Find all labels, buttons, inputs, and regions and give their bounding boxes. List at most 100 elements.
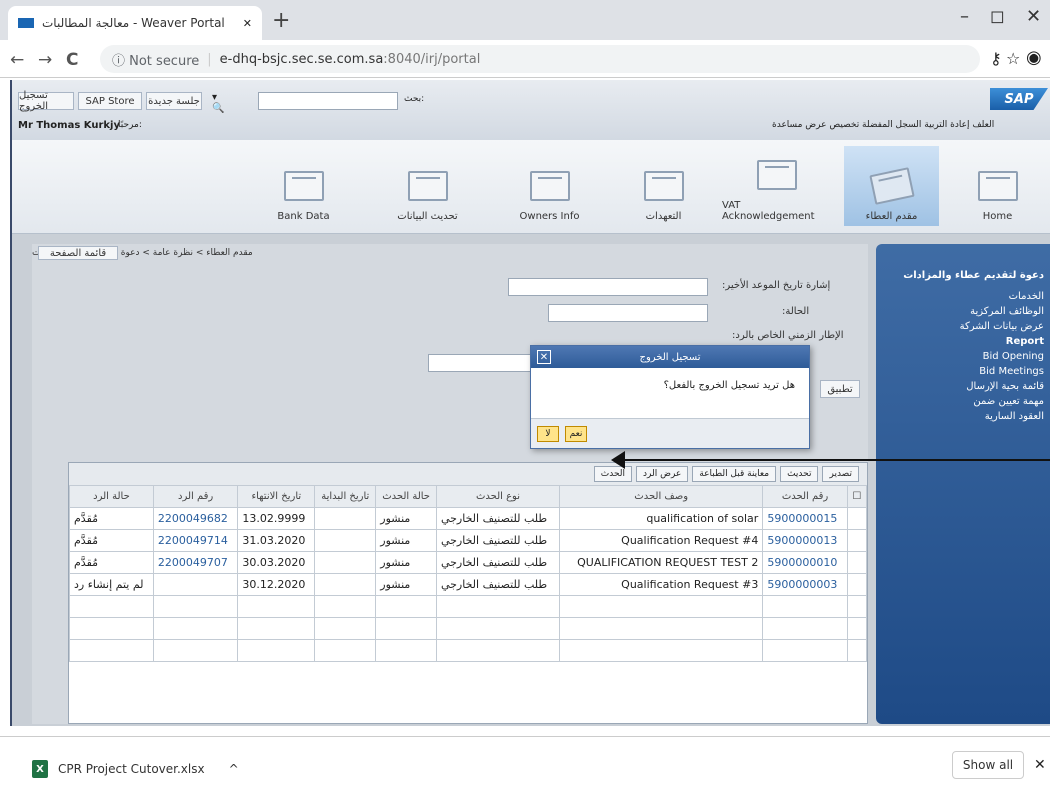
cell-num[interactable]: 5900000015	[762, 507, 848, 530]
cell-end: 30.03.2020	[237, 551, 316, 574]
account-icon[interactable]: ◉	[1026, 47, 1042, 68]
row-selector[interactable]	[846, 551, 868, 574]
view-response-button[interactable]: عرض الرد	[636, 466, 689, 482]
new-session-link[interactable]: جلسة جديدة	[146, 92, 202, 110]
url-field[interactable]: ⓘ Not secure | e-dhq-bsjc.sec.se.com.sa:…	[100, 45, 980, 73]
status-select[interactable]	[548, 304, 708, 322]
cell-desc: QUALIFICATION REQUEST TEST 2	[559, 551, 764, 574]
sap-favicon-icon	[18, 18, 34, 28]
row-selector[interactable]	[846, 507, 868, 530]
panel-item[interactable]: الوظائف المركزية	[884, 306, 1044, 317]
table-row[interactable]: مُقدَّم 2200049682 13.02.9999 منشور طلب …	[69, 507, 868, 530]
panel-item[interactable]: مهمة تعيين ضمن	[884, 396, 1044, 407]
dialog-title: تسجيل الخروج	[639, 351, 701, 363]
table-row[interactable]: مُقدَّم 2200049714 31.03.2020 منشور طلب …	[69, 529, 868, 552]
browser-tab-bar: معالجة المطالبات - Weaver Portal ✕ + – ◻…	[0, 0, 1050, 40]
col-header[interactable]: حالة الرد	[69, 485, 154, 508]
address-bar: ← → C ⓘ Not secure | e-dhq-bsjc.sec.se.c…	[0, 40, 1050, 78]
cell-resp[interactable]: 2200049707	[152, 551, 239, 574]
reload-icon[interactable]: C	[66, 50, 78, 70]
close-window-icon[interactable]: ✕	[1026, 6, 1041, 27]
breadcrumb[interactable]: مقدم العطاء > نظرة عامة > دعوة لتقديم عط…	[32, 244, 868, 262]
new-tab-button[interactable]: +	[272, 8, 290, 33]
refresh-button[interactable]: تحديث	[780, 466, 819, 482]
search-dropdown-icon[interactable]: ▾🔍	[212, 92, 224, 114]
panel-item[interactable]: الخدمات	[884, 291, 1044, 302]
cell-start	[314, 573, 377, 596]
nav-bidder[interactable]: مقدم العطاء	[844, 146, 939, 226]
cell-num[interactable]: 5900000010	[762, 551, 848, 574]
back-icon[interactable]: ←	[10, 50, 24, 70]
table-row	[69, 595, 868, 618]
cell-start	[314, 551, 377, 574]
logout-link[interactable]: تسجيل الخروج	[18, 90, 74, 112]
top-menu[interactable]: العلف إعادة التربية السجل المفضلة تخصيص …	[772, 120, 994, 130]
cell-resp[interactable]: 2200049682	[152, 507, 239, 530]
table-toolbar: الحدث عرض الرد معاينة قبل الطباعة تحديث …	[69, 463, 867, 485]
maximize-icon[interactable]: ◻	[990, 6, 1005, 27]
star-icon[interactable]: ☆	[1006, 49, 1020, 68]
nav-vat[interactable]: VAT Acknowledgement	[722, 146, 832, 226]
cell-num[interactable]: 5900000003	[762, 573, 848, 596]
print-preview-button[interactable]: معاينة قبل الطباعة	[692, 466, 777, 482]
folder-icon	[529, 171, 570, 201]
sap-store-link[interactable]: SAP Store	[78, 92, 142, 110]
nav-home[interactable]: Home	[950, 146, 1045, 226]
table-row[interactable]: مُقدَّم 2200049707 30.03.2020 منشور طلب …	[69, 551, 868, 574]
table-row[interactable]: لم يتم إنشاء رد 30.12.2020 منشور طلب للت…	[69, 573, 868, 596]
col-header[interactable]: تاريخ البداية	[314, 485, 377, 508]
panel-item[interactable]: Report	[884, 336, 1044, 347]
col-header[interactable]: وصف الحدث	[559, 485, 764, 508]
minimize-icon[interactable]: –	[960, 6, 969, 27]
nav-label: Owners Info	[519, 211, 580, 222]
tab-close-icon[interactable]: ✕	[243, 17, 252, 30]
events-grid: حالة الرد رقم الرد تاريخ الانتهاء تاريخ …	[69, 485, 868, 662]
dialog-message: هل تريد تسجيل الخروج بالفعل؟	[663, 380, 795, 391]
forward-icon[interactable]: →	[38, 50, 52, 70]
close-download-bar-icon[interactable]: ✕	[1034, 757, 1046, 773]
table-row	[69, 639, 868, 662]
row-selector[interactable]	[846, 529, 868, 552]
panel-item[interactable]: قائمة بحية الإرسال	[884, 381, 1044, 392]
deadline-select[interactable]	[508, 278, 708, 296]
folder-icon	[643, 171, 684, 201]
nav-update-data[interactable]: تحديث البيانات	[380, 146, 475, 226]
cell-resp[interactable]	[152, 573, 239, 596]
cell-type: طلب للتصنيف الخارجي	[435, 529, 561, 552]
panel-item[interactable]: عرض بيانات الشركة	[884, 321, 1044, 332]
col-header[interactable]: رقم الرد	[152, 485, 239, 508]
col-header[interactable]: حالة الحدث	[375, 485, 437, 508]
dialog-close-icon[interactable]: ✕	[537, 350, 551, 364]
cell-num[interactable]: 5900000013	[762, 529, 848, 552]
col-header[interactable]: نوع الحدث	[435, 485, 561, 508]
download-filename[interactable]: CPR Project Cutover.xlsx	[58, 762, 205, 776]
yes-button[interactable]: نعم	[565, 425, 587, 442]
show-all-button[interactable]: Show all	[952, 751, 1024, 779]
chevron-up-icon[interactable]: ^	[229, 762, 239, 776]
not-secure-label[interactable]: ⓘ Not secure	[112, 50, 199, 69]
download-item[interactable]: X CPR Project Cutover.xlsx ^	[32, 760, 239, 778]
cell-resp[interactable]: 2200049714	[152, 529, 239, 552]
search-input[interactable]	[258, 92, 398, 110]
select-all-icon[interactable]: ☐	[846, 485, 868, 508]
panel-item[interactable]: Bid Meetings	[884, 366, 1044, 377]
no-button[interactable]: لا	[537, 425, 559, 442]
col-header[interactable]: رقم الحدث	[762, 485, 848, 508]
key-icon[interactable]: ⚷	[990, 49, 1002, 68]
nav-commitments[interactable]: التعهدات	[616, 146, 711, 226]
export-button[interactable]: تصدير	[822, 466, 859, 482]
cell-type: طلب للتصنيف الخارجي	[435, 507, 561, 530]
browser-tab[interactable]: معالجة المطالبات - Weaver Portal ✕	[8, 6, 262, 40]
nav-bank-data[interactable]: Bank Data	[256, 146, 351, 226]
top-level-navigation: Home مقدم العطاء VAT Acknowledgement الت…	[12, 140, 1050, 234]
col-header[interactable]: تاريخ الانتهاء	[237, 485, 316, 508]
row-selector[interactable]	[846, 573, 868, 596]
form-label: الحالة:	[782, 306, 810, 317]
page-menu-button[interactable]: قائمة الصفحة	[38, 246, 118, 260]
nav-label: تحديث البيانات	[397, 211, 458, 222]
panel-item[interactable]: العقود السارية	[884, 411, 1044, 422]
download-bar: X CPR Project Cutover.xlsx ^ Show all ✕	[0, 736, 1050, 796]
apply-button[interactable]: تطبيق	[820, 380, 860, 398]
panel-item[interactable]: Bid Opening	[884, 351, 1044, 362]
nav-owners-info[interactable]: Owners Info	[502, 146, 597, 226]
